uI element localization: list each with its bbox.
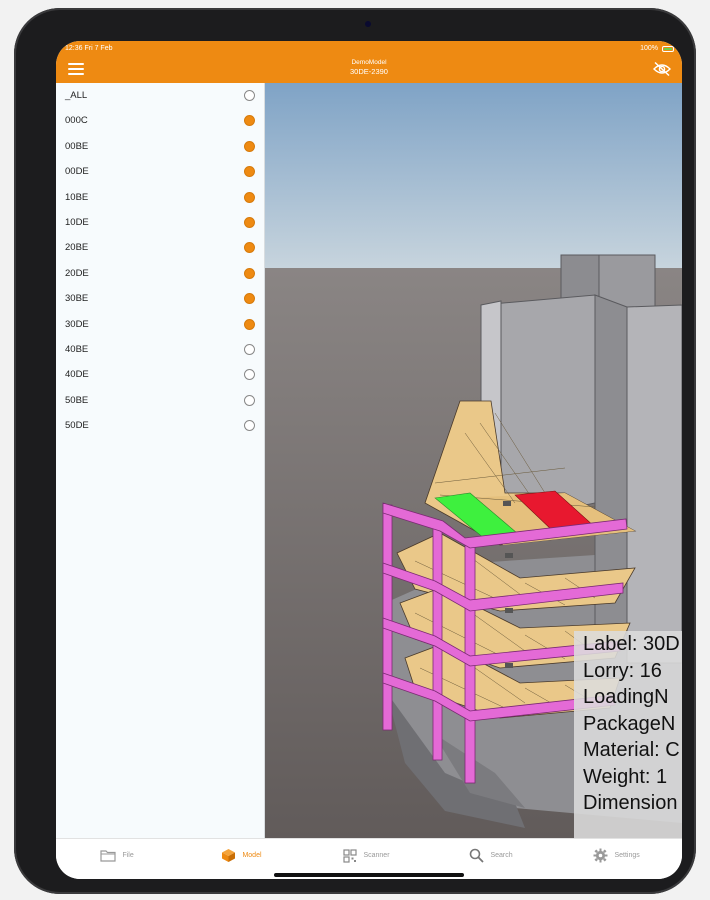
layer-item-00be[interactable]: 00BE — [56, 135, 264, 160]
app-header: 12:36 Fri 7 Feb 100% DemoModel 30DE-2390 — [56, 41, 682, 83]
layer-toggle-radio[interactable] — [244, 242, 255, 254]
info-line: LoadingN — [583, 686, 669, 708]
info-line: Material: C — [583, 739, 680, 761]
layer-label: 40DE — [65, 369, 89, 381]
model-title: DemoModel 30DE-2390 — [56, 58, 682, 76]
home-indicator[interactable] — [274, 873, 464, 877]
info-line: PackageN — [583, 712, 676, 735]
layer-label: 40BE — [65, 344, 89, 355]
layer-item-all[interactable]: _ALL — [56, 84, 264, 109]
battery-icon — [662, 46, 674, 52]
layer-label: 00BE — [65, 140, 89, 152]
tab-scanner-label: Scanner — [363, 852, 390, 860]
gear-icon — [593, 848, 608, 863]
layer-label: 30BE — [65, 293, 89, 305]
model-3d-viewport[interactable]: Label: 30D Lorry: 16 LoadingN PackageN Mater… — [265, 83, 682, 838]
layer-item-30de[interactable]: 30DE — [56, 313, 264, 338]
layer-toggle-radio[interactable] — [244, 420, 255, 432]
tab-model-label: Model — [242, 852, 262, 860]
model-name: DemoModel — [351, 59, 387, 66]
layer-item-50be[interactable]: 50BE — [56, 389, 264, 414]
tab-scanner[interactable]: Scanner — [343, 847, 390, 867]
layer-toggle-radio[interactable] — [244, 318, 255, 330]
layer-toggle-radio[interactable] — [244, 90, 255, 101]
status-date: Fri 7 Feb — [84, 45, 113, 52]
info-line: Dimension — [583, 792, 678, 814]
layer-toggle-radio[interactable] — [244, 267, 255, 279]
layer-toggle-radio[interactable] — [244, 140, 255, 152]
tablet-frame: 12:36 Fri 7 Feb 100% DemoModel 30DE-2390… — [14, 8, 696, 894]
layer-toggle-radio[interactable] — [244, 293, 255, 305]
info-line: Weight: 1 — [583, 765, 668, 788]
layer-item-00de[interactable]: 00DE — [56, 160, 264, 185]
layer-label: 000C — [65, 115, 88, 127]
layer-label: 10BE — [65, 191, 89, 203]
status-time: 12:36 Fri 7 Feb — [65, 45, 113, 52]
layer-label: 10DE — [65, 217, 89, 228]
app-screen: 12:36 Fri 7 Feb 100% DemoModel 30DE-2390… — [56, 41, 682, 879]
layer-label: 30DE — [65, 318, 89, 330]
layer-label: 50DE — [65, 420, 89, 432]
layer-toggle-radio[interactable] — [244, 115, 255, 127]
layer-toggle-radio[interactable] — [244, 217, 255, 228]
layer-toggle-radio[interactable] — [244, 166, 255, 178]
layer-item-10be[interactable]: 10BE — [56, 186, 264, 211]
folder-icon — [100, 850, 116, 862]
search-icon — [469, 848, 484, 863]
layer-item-10de[interactable]: 10DE — [56, 211, 264, 236]
tab-settings[interactable]: Settings — [593, 847, 640, 867]
tab-model[interactable]: Model — [221, 847, 262, 867]
layer-item-30be[interactable]: 30BE — [56, 287, 264, 312]
layer-label: 20DE — [65, 267, 89, 279]
layer-item-40be[interactable]: 40BE — [56, 338, 264, 363]
status-clock: 12:36 — [65, 45, 83, 52]
tab-file-label: File — [122, 852, 134, 860]
layer-item-20de[interactable]: 20DE — [56, 262, 264, 287]
column-front-left — [382, 504, 393, 731]
layer-label: _ALL — [65, 90, 88, 101]
tab-settings-label: Settings — [614, 852, 640, 860]
layer-toggle-radio[interactable] — [244, 344, 255, 355]
info-line: Label: 30D — [583, 633, 680, 655]
sky — [265, 83, 682, 268]
layer-label: 50BE — [65, 394, 89, 406]
layer-item-000c[interactable]: 000C — [56, 109, 264, 134]
box-icon — [222, 849, 235, 863]
tab-file[interactable]: File — [100, 847, 134, 867]
info-line: Lorry: 16 — [583, 659, 662, 682]
layer-sidebar: _ALL 000C 00BE 00DE 10BE 10DE 20BE 20DE 30BE 30DE… — [56, 83, 265, 838]
layer-label: 20BE — [65, 242, 89, 254]
element-info-panel: Label: 30D Lorry: 16 LoadingN PackageN Mater… — [574, 631, 682, 838]
battery-level: 100% — [640, 45, 658, 52]
tab-search-label: Search — [490, 852, 513, 860]
layer-item-50de[interactable]: 50DE — [56, 414, 264, 439]
front-camera — [365, 21, 371, 27]
layer-toggle-radio[interactable] — [244, 394, 255, 406]
layer-label: 00DE — [65, 166, 89, 178]
model-subtitle: 30DE-2390 — [350, 67, 388, 76]
layer-item-40de[interactable]: 40DE — [56, 363, 264, 388]
tab-search[interactable]: Search — [469, 847, 513, 867]
bottom-tab-bar: File Model Scanner Search Settings — [56, 838, 682, 879]
layer-toggle-radio[interactable] — [244, 191, 255, 203]
layer-item-20be[interactable]: 20BE — [56, 236, 264, 261]
layer-toggle-radio[interactable] — [244, 369, 255, 381]
qr-code-icon — [343, 849, 357, 863]
eye-slash-icon[interactable] — [652, 61, 672, 77]
